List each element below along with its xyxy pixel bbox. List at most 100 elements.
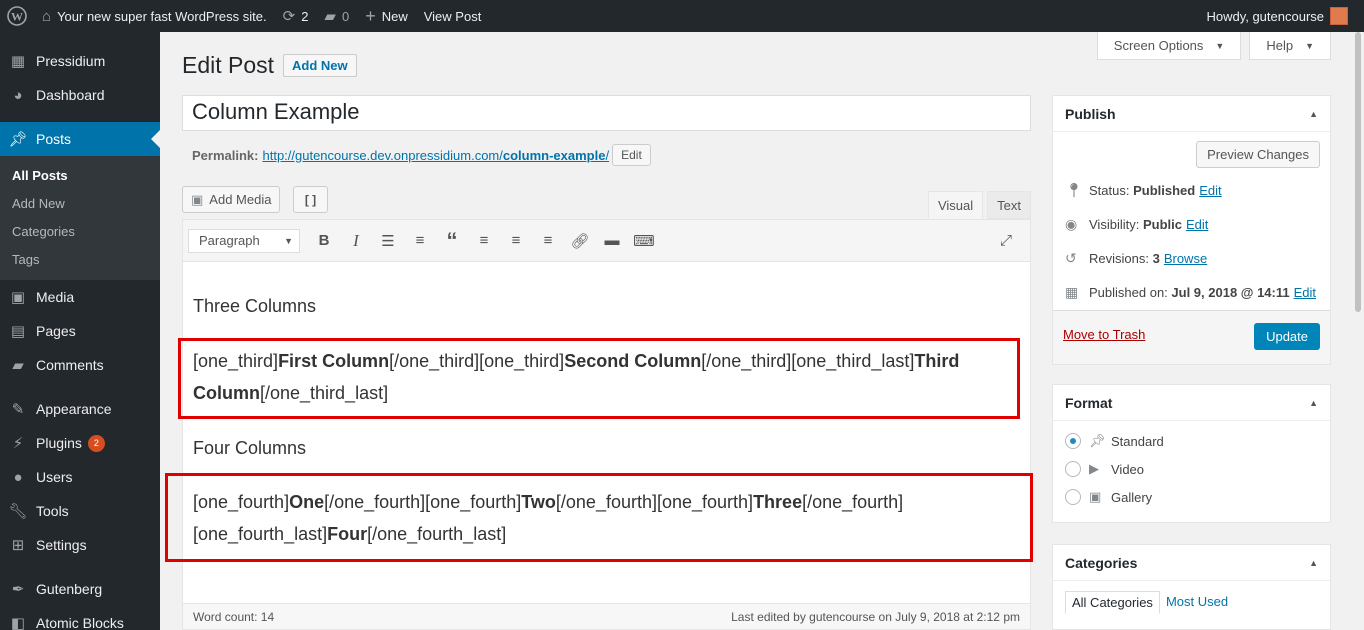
refresh-icon: ⟳ <box>282 8 296 25</box>
submenu-all-posts[interactable]: All Posts <box>0 162 160 190</box>
comments-link[interactable]: ▰ 0 <box>316 0 357 32</box>
bold-icon[interactable]: B <box>308 227 340 255</box>
published-on-row: ▦ Published on: Jul 9, 2018 @ 14:11 Edit <box>1065 284 1316 301</box>
format-option-label: Video <box>1111 461 1145 477</box>
align-left-icon[interactable]: ≡ <box>468 227 500 255</box>
link-icon[interactable]: 🔗︎ <box>564 227 596 255</box>
submenu-add-new[interactable]: Add New <box>0 190 160 218</box>
visibility-edit-link[interactable]: Edit <box>1186 217 1208 232</box>
site-name: Your new super fast WordPress site. <box>57 8 267 24</box>
categories-box: Categories ▲ All Categories Most Used <box>1052 544 1331 630</box>
column-text: Second Column <box>564 351 702 371</box>
new-content-link[interactable]: + New <box>357 0 416 32</box>
submenu-tags[interactable]: Tags <box>0 246 160 274</box>
view-post-link[interactable]: View Post <box>416 0 490 32</box>
format-option-video[interactable]: ▶ Video <box>1065 461 1144 477</box>
site-name-link[interactable]: ⌂ Your new super fast WordPress site. <box>34 0 275 32</box>
toolbar-toggle-icon[interactable]: ⌨ <box>628 227 660 255</box>
shortcode-button[interactable]: [ ] <box>293 186 328 213</box>
format-select[interactable]: Paragraph ▼ <box>188 228 300 253</box>
format-option-label: Gallery <box>1111 489 1153 505</box>
post-title-input[interactable]: Column Example <box>182 95 1031 131</box>
visibility-value: Public <box>1142 217 1182 232</box>
shortcode-text: [/one_fourth][one_fourth] <box>324 492 522 512</box>
sidebar-item-media[interactable]: ▣ Media <box>0 280 160 314</box>
sidebar-item-comments[interactable]: ▰ Comments <box>0 348 160 382</box>
format-option-gallery[interactable]: ▣ Gallery <box>1065 489 1152 505</box>
plugins-update-badge: 2 <box>87 434 105 452</box>
update-button[interactable]: Update <box>1254 323 1320 350</box>
help-tab[interactable]: Help ▼ <box>1249 32 1331 60</box>
fullscreen-icon[interactable]: ⤢ <box>990 227 1022 255</box>
gallery-icon: ▣ <box>1089 489 1102 504</box>
shortcode-text: [one_fourth] <box>193 492 290 512</box>
tab-most-used[interactable]: Most Used <box>1160 591 1234 614</box>
collapse-arrow-icon[interactable]: ▲ <box>1309 558 1318 568</box>
pin-icon: 📍︎ <box>1065 182 1083 198</box>
format-select-value: Paragraph <box>199 233 260 248</box>
revisions-browse-link[interactable]: Browse <box>1164 251 1207 266</box>
format-option-standard[interactable]: 📌︎ Standard <box>1065 433 1164 449</box>
align-right-icon[interactable]: ≡ <box>532 227 564 255</box>
video-icon: ▶ <box>1089 461 1099 476</box>
blockquote-icon[interactable]: “ <box>436 227 468 255</box>
radio-video[interactable] <box>1065 461 1081 477</box>
collapse-arrow-icon[interactable]: ▲ <box>1309 109 1318 119</box>
pin-icon: 📌︎ <box>8 131 28 148</box>
updates-count: 2 <box>301 8 309 24</box>
my-account-link[interactable]: Howdy, gutencourse <box>1198 0 1356 32</box>
column-text: Two <box>521 492 556 512</box>
align-center-icon[interactable]: ≡ <box>500 227 532 255</box>
sidebar-item-label: Users <box>36 469 73 485</box>
sidebar-item-pages[interactable]: ▤ Pages <box>0 314 160 348</box>
scrollbar-thumb[interactable] <box>1355 32 1361 312</box>
sidebar-item-users[interactable]: ● Users <box>0 460 160 494</box>
status-edit-link[interactable]: Edit <box>1199 183 1221 198</box>
tab-all-categories[interactable]: All Categories <box>1065 591 1160 614</box>
read-more-icon[interactable]: ▬ <box>596 227 628 255</box>
bullet-list-icon[interactable]: ☰ <box>372 227 404 255</box>
tab-visual[interactable]: Visual <box>927 191 984 219</box>
categories-title: Categories <box>1065 554 1138 571</box>
permalink-link[interactable]: http://gutencourse.dev.onpressidium.com/… <box>262 148 609 163</box>
move-to-trash-link[interactable]: Move to Trash <box>1063 327 1145 342</box>
avatar <box>1330 7 1348 25</box>
paragraph-three-columns: [one_third]First Column[/one_third][one_… <box>193 345 1013 409</box>
page-scrollbar[interactable] <box>1352 32 1364 630</box>
sidebar-item-tools[interactable]: 🔧︎ Tools <box>0 494 160 528</box>
radio-standard[interactable] <box>1065 433 1081 449</box>
submenu-categories[interactable]: Categories <box>0 218 160 246</box>
sidebar-item-dashboard[interactable]: ◕ Dashboard <box>0 78 160 112</box>
sidebar-item-gutenberg[interactable]: ✒ Gutenberg <box>0 572 160 606</box>
collapse-arrow-icon[interactable]: ▲ <box>1309 398 1318 408</box>
published-edit-link[interactable]: Edit <box>1294 285 1316 300</box>
add-media-button[interactable]: ▣ Add Media <box>182 186 281 213</box>
permalink-edit-button[interactable]: Edit <box>612 144 651 166</box>
updates-link[interactable]: ⟳ 2 <box>275 0 317 32</box>
sidebar-item-pressidium[interactable]: ▦ Pressidium <box>0 44 160 78</box>
eye-icon: ◉ <box>1065 216 1078 232</box>
format-box-header[interactable]: Format ▲ <box>1053 385 1330 421</box>
column-text: Four <box>327 524 368 544</box>
add-new-button[interactable]: Add New <box>283 54 357 77</box>
italic-icon[interactable]: I <box>340 227 372 255</box>
publish-box-header[interactable]: Publish ▲ <box>1053 96 1330 132</box>
sidebar-item-plugins[interactable]: ⚡ Plugins 2 <box>0 426 160 460</box>
wordpress-logo-icon[interactable]: W <box>0 0 34 32</box>
tab-text[interactable]: Text <box>987 191 1031 219</box>
sidebar-item-settings[interactable]: ⊞ Settings <box>0 528 160 562</box>
sidebar-item-atomic-blocks[interactable]: ◧ Atomic Blocks <box>0 606 160 630</box>
shortcode-text: [/one_fourth] <box>802 492 904 512</box>
sidebar-item-appearance[interactable]: ✎ Appearance <box>0 392 160 426</box>
permalink-trail: / <box>605 147 610 163</box>
pages-icon: ▤ <box>10 323 26 340</box>
preview-changes-button[interactable]: Preview Changes <box>1196 141 1320 168</box>
screen-options-tab[interactable]: Screen Options ▼ <box>1096 32 1242 60</box>
radio-gallery[interactable] <box>1065 489 1081 505</box>
sidebar-item-posts[interactable]: 📌︎ Posts <box>0 122 160 156</box>
main-content: Screen Options ▼ Help ▼ Edit Post Add Ne… <box>160 32 1364 630</box>
permalink-row: Permalink: http://gutencourse.dev.onpres… <box>192 144 651 166</box>
categories-box-header[interactable]: Categories ▲ <box>1053 545 1330 581</box>
posts-submenu: All Posts Add New Categories Tags <box>0 156 160 280</box>
numbered-list-icon[interactable]: ≡ <box>404 227 436 255</box>
